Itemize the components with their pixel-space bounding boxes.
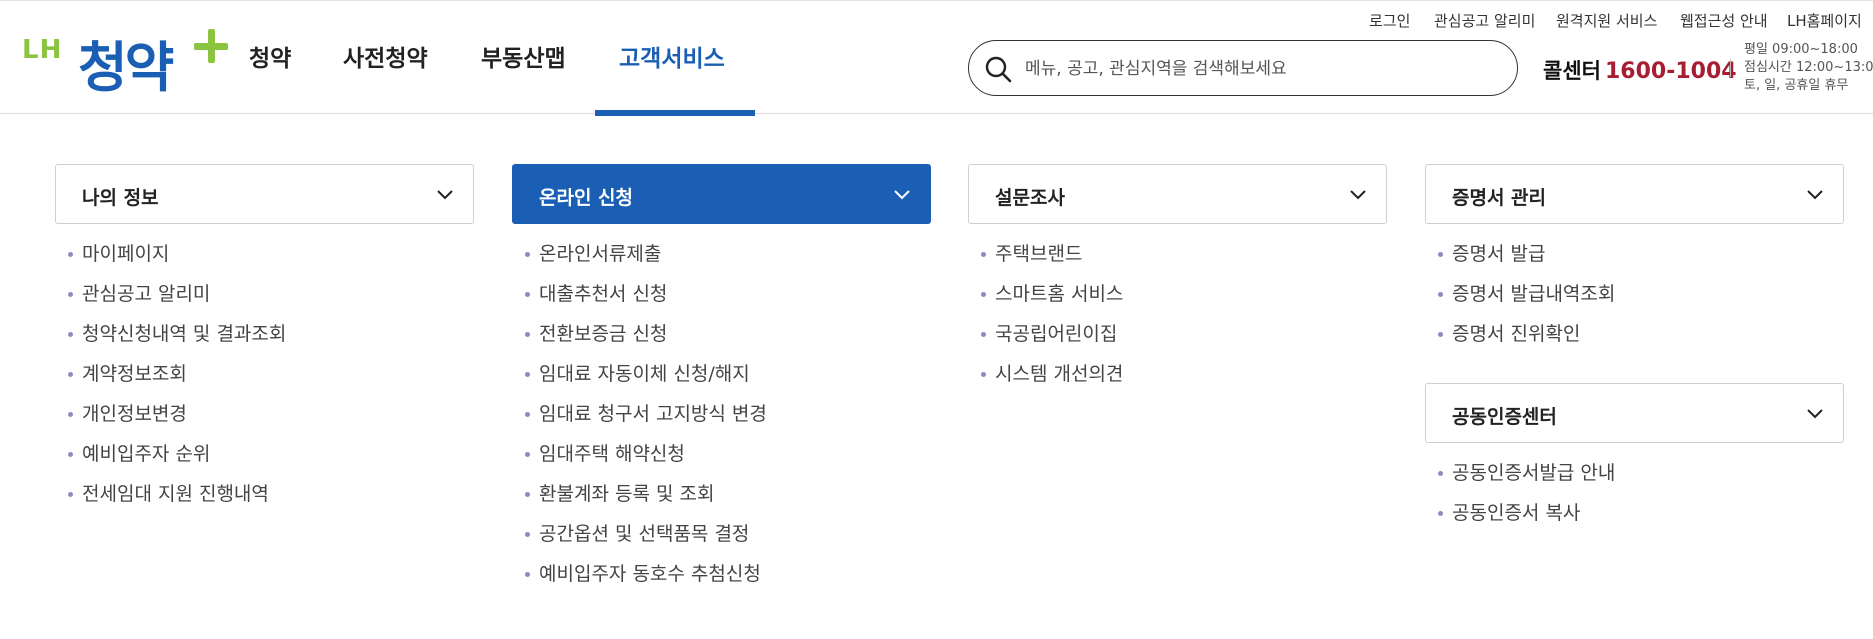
list-item[interactable]: 공간옵션 및 선택품목 결정 [512,522,931,562]
chevron-down-icon [1350,190,1366,200]
nav-cheongyak[interactable]: 청약 [249,39,291,73]
accordion-certificates[interactable]: 증명서 관리 [1425,164,1844,224]
list-item[interactable]: 청약신청내역 및 결과조회 [55,322,474,362]
chevron-down-icon [1807,409,1823,419]
list-item[interactable]: 개인정보변경 [55,402,474,442]
list-item[interactable]: 임대료 청구서 고지방식 변경 [512,402,931,442]
list-item[interactable]: 국공립어린이집 [968,322,1387,362]
remote-support-link[interactable]: 원격지원 서비스 [1556,10,1657,31]
chevron-down-icon [894,190,910,200]
callcenter-number: 1600-1004 [1604,59,1737,84]
list-item[interactable]: 계약정보조회 [55,362,474,402]
plus-icon [194,29,228,63]
login-link[interactable]: 로그인 [1369,10,1410,31]
list-item[interactable]: 예비입주자 동호수 추첨신청 [512,562,931,602]
menu-column-certificates: 증명서 관리 증명서 발급 증명서 발급내역조회 증명서 진위확인 공동인증센터… [1425,164,1844,541]
nav-pre-cheongyak[interactable]: 사전청약 [343,39,428,73]
link-list: 주택브랜드 스마트홈 서비스 국공립어린이집 시스템 개선의견 [968,242,1387,402]
callcenter-label: 콜센터 [1543,59,1601,83]
list-item[interactable]: 공동인증서발급 안내 [1425,461,1844,501]
search-icon [985,56,1012,83]
link-list: 마이페이지 관심공고 알리미 청약신청내역 및 결과조회 계약정보조회 개인정보… [55,242,474,522]
divider [1730,59,1731,77]
hours-holiday: 토, 일, 공휴일 휴무 [1744,78,1849,93]
list-item[interactable]: 주택브랜드 [968,242,1387,282]
logo-prefix: LH [22,35,63,65]
menu-column-survey: 설문조사 주택브랜드 스마트홈 서비스 국공립어린이집 시스템 개선의견 [968,164,1387,402]
callcenter-hours: 평일 09:00~18:00 점심시간 12:00~13:00 토, 일, 공휴… [1744,41,1873,95]
list-item[interactable]: 공동인증서 복사 [1425,501,1844,541]
menu-column-my-info: 나의 정보 마이페이지 관심공고 알리미 청약신청내역 및 결과조회 계약정보조… [55,164,474,522]
accordion-online-apply[interactable]: 온라인 신청 [512,164,931,224]
list-item[interactable]: 예비입주자 순위 [55,442,474,482]
accessibility-link[interactable]: 웹접근성 안내 [1680,10,1768,31]
list-item[interactable]: 시스템 개선의견 [968,362,1387,402]
site-header: LH 청약 청약 사전청약 부동산맵 고객서비스 로그인 관심공고 알리미 원격… [0,0,1873,116]
list-item[interactable]: 증명서 발급 [1425,242,1844,282]
search-box[interactable] [968,40,1518,96]
link-list: 공동인증서발급 안내 공동인증서 복사 [1425,461,1844,541]
hours-lunch: 점심시간 12:00~13:00 [1744,60,1873,75]
accordion-title: 설문조사 [995,187,1065,209]
accordion-title: 공동인증센터 [1452,406,1557,428]
list-item[interactable]: 임대료 자동이체 신청/해지 [512,362,931,402]
list-item[interactable]: 증명서 진위확인 [1425,322,1844,362]
link-list: 증명서 발급 증명서 발급내역조회 증명서 진위확인 [1425,242,1844,362]
list-item[interactable]: 스마트홈 서비스 [968,282,1387,322]
list-item[interactable]: 전세임대 지원 진행내역 [55,482,474,522]
hours-weekday: 평일 09:00~18:00 [1744,42,1858,57]
list-item[interactable]: 증명서 발급내역조회 [1425,282,1844,322]
chevron-down-icon [437,190,453,200]
lh-logo[interactable]: LH 청약 [22,27,228,99]
search-input[interactable] [1023,51,1497,87]
nav-realestate-map[interactable]: 부동산맵 [481,39,566,73]
list-item[interactable]: 대출추천서 신청 [512,282,931,322]
accordion-title: 온라인 신청 [539,187,634,209]
chevron-down-icon [1807,190,1823,200]
nav-customer-service[interactable]: 고객서비스 [619,39,725,73]
list-item[interactable]: 전환보증금 신청 [512,322,931,362]
callcenter: 콜센터 1600-1004 [1543,55,1737,85]
menu-column-online-apply: 온라인 신청 온라인서류제출 대출추천서 신청 전환보증금 신청 임대료 자동이… [512,164,931,602]
active-nav-indicator [595,110,755,116]
list-item[interactable]: 온라인서류제출 [512,242,931,282]
lh-homepage-link[interactable]: LH홈페이지 [1787,10,1862,31]
list-item[interactable]: 관심공고 알리미 [55,282,474,322]
accordion-survey[interactable]: 설문조사 [968,164,1387,224]
list-item[interactable]: 마이페이지 [55,242,474,282]
accordion-title: 증명서 관리 [1452,187,1547,209]
list-item[interactable]: 임대주택 해약신청 [512,442,931,482]
accordion-my-info[interactable]: 나의 정보 [55,164,474,224]
logo-name: 청약 [78,36,174,99]
list-item[interactable]: 환불계좌 등록 및 조회 [512,482,931,522]
link-list: 온라인서류제출 대출추천서 신청 전환보증금 신청 임대료 자동이체 신청/해지… [512,242,931,602]
accordion-title: 나의 정보 [82,187,159,209]
accordion-joint-cert-center[interactable]: 공동인증센터 [1425,383,1844,443]
notice-alert-link[interactable]: 관심공고 알리미 [1434,10,1535,31]
